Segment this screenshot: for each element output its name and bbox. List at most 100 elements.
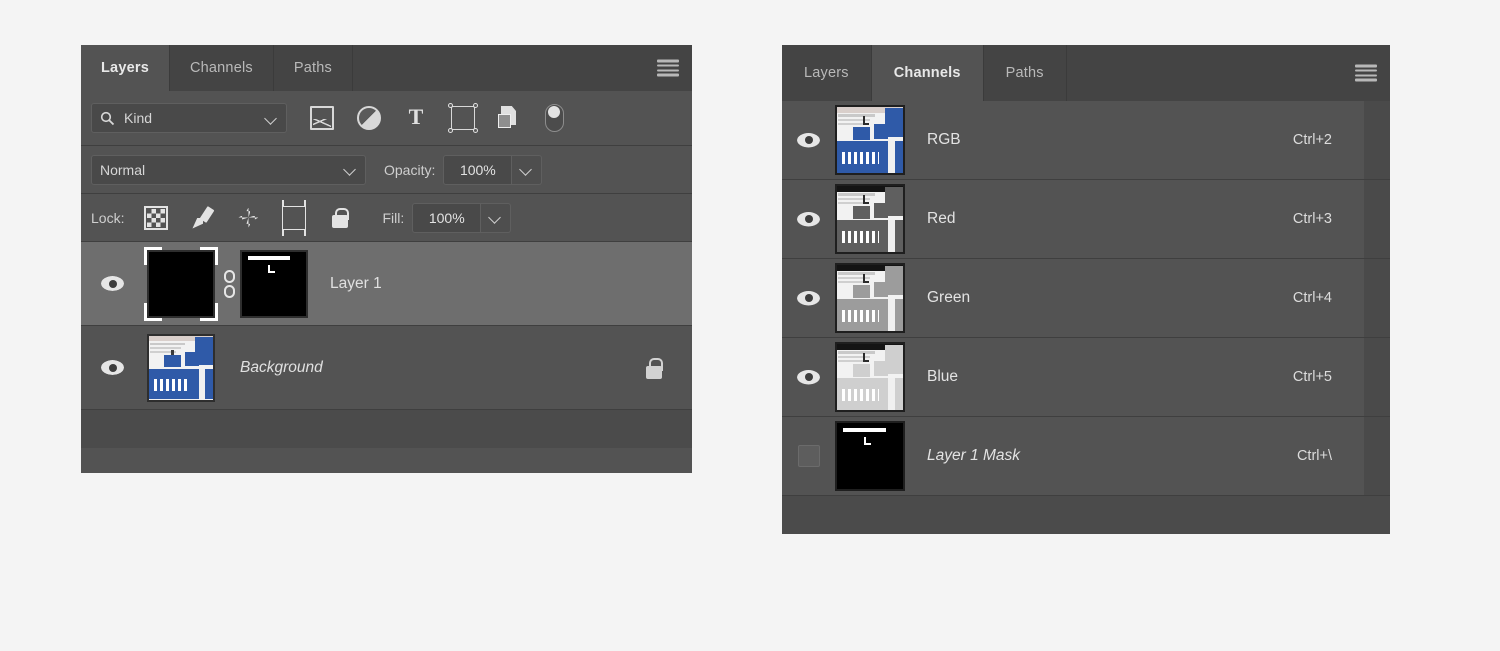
channel-thumbnail[interactable]	[835, 263, 905, 333]
visibility-checkbox-empty[interactable]	[797, 445, 820, 467]
lock-image-pixels-icon[interactable]	[190, 206, 214, 230]
channel-thumbnail[interactable]	[835, 342, 905, 412]
layer-mask-thumbnail[interactable]	[240, 249, 308, 318]
layer-thumbnail-wrapper[interactable]	[144, 331, 218, 405]
chevron-down-icon	[265, 112, 278, 125]
eye-icon[interactable]	[797, 133, 820, 148]
lock-artboard-nesting-icon[interactable]	[282, 199, 307, 236]
eye-icon[interactable]	[797, 370, 820, 385]
table-row[interactable]: RGB Ctrl+2	[782, 101, 1390, 180]
channel-name: Red	[927, 210, 956, 227]
tab-layers[interactable]: Layers	[81, 45, 170, 91]
lock-icons-group	[144, 199, 352, 236]
fill-stepper[interactable]	[481, 202, 512, 233]
layer-locked-icon	[644, 356, 664, 380]
channels-panel-footer	[782, 496, 1390, 534]
layers-panel-tabbar: Layers Channels Paths	[81, 45, 692, 91]
channel-shortcut: Ctrl+3	[1292, 211, 1332, 227]
layer-thumbnails	[144, 331, 218, 405]
chevron-down-icon	[489, 211, 502, 224]
channel-shortcut: Ctrl+5	[1292, 369, 1332, 385]
mask-highlight-corner	[864, 436, 871, 446]
fill-label: Fill:	[382, 209, 405, 226]
mask-highlight-bar	[247, 255, 290, 261]
blend-mode-value: Normal	[100, 161, 146, 178]
layer-name: Background	[240, 358, 323, 376]
layer-thumbnail[interactable]	[147, 249, 215, 318]
channel-name: Green	[927, 289, 971, 306]
tab-channels[interactable]: Channels	[170, 45, 274, 91]
lock-position-icon[interactable]	[236, 206, 260, 230]
channel-visibility-cell	[782, 212, 835, 227]
smart-object-filter-icon[interactable]	[498, 106, 522, 130]
document-thumbnail-art	[837, 186, 903, 252]
table-row[interactable]: Green Ctrl+4	[782, 259, 1390, 338]
panel-scroll-gutter	[1364, 101, 1390, 179]
layers-panel-footer	[81, 410, 692, 448]
panel-scroll-gutter	[1364, 338, 1390, 416]
layer-thumbnail[interactable]	[147, 333, 215, 402]
eye-icon[interactable]	[101, 276, 124, 291]
search-icon	[100, 111, 115, 126]
tab-layers[interactable]: Layers	[782, 45, 872, 101]
tab-channels[interactable]: Channels	[871, 45, 984, 101]
fill-input[interactable]: 100%	[412, 202, 482, 233]
hamburger-menu-icon[interactable]	[657, 59, 679, 77]
tab-paths[interactable]: Paths	[984, 45, 1067, 101]
layer-name: Layer 1	[330, 274, 382, 292]
filter-toggle-switch-icon[interactable]	[545, 104, 564, 132]
table-row[interactable]: Layer 1 Mask Ctrl+\	[782, 417, 1390, 496]
layers-panel: Layers Channels Paths Kind T Normal Opac…	[81, 45, 692, 473]
layer-thumbnails	[144, 246, 308, 321]
channel-thumbnail[interactable]	[835, 105, 905, 175]
channel-name: Blue	[927, 368, 959, 385]
chevron-down-icon	[520, 163, 533, 176]
mask-highlight-bar	[842, 427, 887, 433]
lock-all-icon[interactable]	[328, 206, 352, 230]
channel-name: Layer 1 Mask	[927, 447, 1021, 464]
eye-icon[interactable]	[797, 291, 820, 306]
opacity-input[interactable]: 100%	[443, 154, 513, 185]
lock-row: Lock: Fill: 100%	[81, 194, 692, 242]
table-row[interactable]: Blue Ctrl+5	[782, 338, 1390, 417]
eye-icon[interactable]	[797, 212, 820, 227]
layer-thumbnail-selected-wrapper[interactable]	[144, 246, 218, 321]
adjustment-layer-filter-icon[interactable]	[357, 106, 381, 130]
layer-list: Layer 1 Background	[81, 242, 692, 410]
channel-mask-thumbnail[interactable]	[835, 421, 905, 491]
document-thumbnail-art	[837, 265, 903, 331]
blend-mode-select[interactable]: Normal	[91, 154, 366, 185]
table-row[interactable]: Layer 1	[81, 242, 692, 326]
channel-thumbnail[interactable]	[835, 184, 905, 254]
layer-filter-row: Kind T	[81, 91, 692, 146]
screenshot-stage: Layers Channels Paths Kind T Normal Opac…	[0, 0, 1500, 651]
table-row[interactable]: Red Ctrl+3	[782, 180, 1390, 259]
table-row[interactable]: Background	[81, 326, 692, 410]
eye-icon[interactable]	[101, 360, 124, 375]
tab-paths[interactable]: Paths	[274, 45, 353, 91]
blend-mode-row: Normal Opacity: 100%	[81, 146, 692, 194]
channel-shortcut: Ctrl+4	[1292, 290, 1332, 306]
lock-label: Lock:	[91, 209, 125, 226]
channel-visibility-cell	[782, 133, 835, 148]
opacity-label: Opacity:	[384, 161, 436, 178]
filter-kind-select[interactable]: Kind	[91, 103, 287, 133]
lock-transparent-pixels-icon[interactable]	[144, 205, 169, 230]
mask-highlight-corner	[268, 264, 275, 274]
channel-visibility-cell	[782, 370, 835, 385]
channel-name: RGB	[927, 131, 961, 148]
panel-scroll-gutter	[1364, 180, 1390, 258]
pixel-layer-filter-icon[interactable]	[310, 106, 334, 130]
panel-scroll-gutter	[1364, 417, 1390, 495]
document-thumbnail-art	[837, 107, 903, 173]
opacity-stepper[interactable]	[512, 154, 543, 185]
link-mask-icon[interactable]	[218, 267, 240, 301]
shape-layer-filter-icon[interactable]	[448, 103, 478, 133]
type-layer-filter-icon[interactable]: T	[404, 106, 428, 130]
channels-panel-tabbar: Layers Channels Paths	[782, 45, 1390, 101]
hamburger-menu-icon[interactable]	[1355, 64, 1377, 82]
filter-type-icons: T	[310, 103, 564, 133]
document-thumbnail-art	[837, 344, 903, 410]
channel-visibility-cell	[782, 291, 835, 306]
tabbar-filler	[1067, 45, 1390, 101]
